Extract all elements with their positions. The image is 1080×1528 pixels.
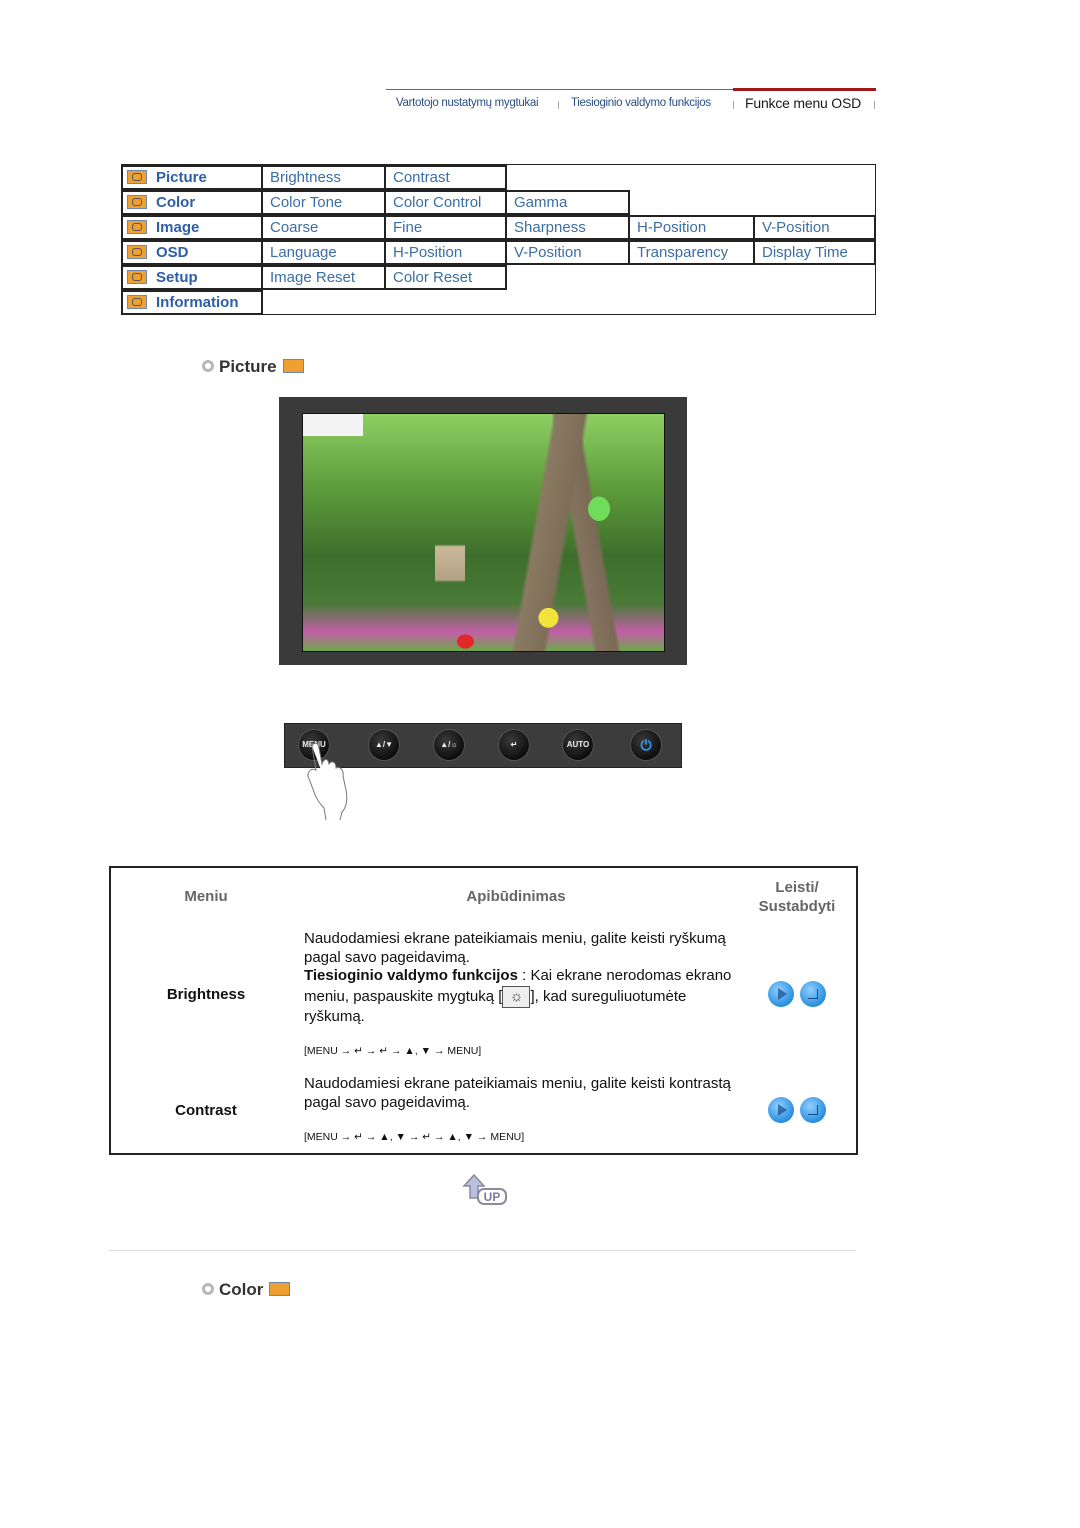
- nav-separator: [874, 101, 875, 109]
- setup-icon: [127, 270, 147, 284]
- column-header-menu: Meniu: [184, 888, 228, 905]
- top-navigation: Vartotojo nustatymų mygtukai Tiesioginio…: [386, 88, 876, 116]
- submenu-brightness[interactable]: Brightness: [261, 165, 386, 190]
- stop-button-contrast[interactable]: [800, 1097, 826, 1123]
- auto-button[interactable]: AUTO: [563, 730, 593, 760]
- submenu-h-position[interactable]: H-Position: [628, 215, 755, 240]
- picture-icon: [127, 170, 147, 184]
- picture-icon: [282, 359, 304, 373]
- nav-tab-direct-functions[interactable]: Tiesioginio valdymo funkcijos: [571, 97, 711, 109]
- power-icon: ⏻: [640, 737, 652, 753]
- submenu-v-position[interactable]: V-Position: [753, 215, 876, 240]
- enter-button[interactable]: ↵: [499, 730, 529, 760]
- contrast-key-sequence: [MENU → ↵ → ▲, ▼ → ↵ → ▲, ▼ → MENU]: [304, 1131, 525, 1143]
- color-icon: [269, 1282, 291, 1296]
- circle-arrow-bullet-icon: [202, 1283, 214, 1295]
- pointing-hand-icon: [307, 742, 348, 820]
- osd-icon: [127, 245, 147, 259]
- monitor-screen-photo: [302, 413, 665, 652]
- nav-separator: [558, 101, 559, 109]
- submenu-image-reset[interactable]: Image Reset: [261, 265, 386, 290]
- up-label: UP: [484, 1190, 501, 1204]
- information-icon: [127, 295, 147, 309]
- circle-arrow-bullet-icon: [202, 360, 214, 372]
- nav-tab-user-buttons[interactable]: Vartotojo nustatymų mygtukai: [396, 97, 539, 109]
- row-menu-contrast: Contrast: [175, 1102, 237, 1119]
- power-button[interactable]: ⏻: [631, 730, 661, 760]
- section-divider: [109, 1250, 856, 1251]
- submenu-color-control[interactable]: Color Control: [384, 190, 507, 215]
- down-up-button[interactable]: ▲/▼: [369, 730, 399, 760]
- scroll-up-button[interactable]: UP: [460, 1172, 508, 1206]
- osd-menu-grid: Picture Brightness Contrast Color Color …: [121, 164, 876, 315]
- submenu-transparency[interactable]: Transparency: [628, 240, 755, 265]
- menu-color[interactable]: Color: [121, 190, 263, 215]
- section-heading-picture: Picture: [202, 357, 304, 377]
- menu-image[interactable]: Image: [121, 215, 263, 240]
- nav-tab-osd-menu[interactable]: Funkce menu OSD: [745, 95, 861, 111]
- section-heading-color: Color: [202, 1280, 291, 1300]
- play-button-brightness[interactable]: [768, 981, 794, 1007]
- description-table: Meniu Apibūdinimas Leisti/ Sustabdyti Br…: [109, 866, 858, 1155]
- submenu-sharpness[interactable]: Sharpness: [505, 215, 630, 240]
- brightness-description: Naudodamiesi ekrane pateikiamais meniu, …: [304, 930, 732, 1025]
- row-menu-brightness: Brightness: [166, 986, 246, 1003]
- menu-osd[interactable]: OSD: [121, 240, 263, 265]
- submenu-display-time[interactable]: Display Time: [753, 240, 876, 265]
- play-button-contrast[interactable]: [768, 1097, 794, 1123]
- column-header-description: Apibūdinimas: [466, 888, 566, 905]
- submenu-osd-v-position[interactable]: V-Position: [505, 240, 630, 265]
- submenu-color-tone[interactable]: Color Tone: [261, 190, 386, 215]
- brightness-button[interactable]: ▲/☼: [434, 730, 464, 760]
- stop-button-brightness[interactable]: [800, 981, 826, 1007]
- brightness-key-sequence: [MENU → ↵ → ↵ → ▲, ▼ → MENU]: [304, 1045, 482, 1057]
- contrast-description: Naudodamiesi ekrane pateikiamais meniu, …: [304, 1075, 731, 1111]
- menu-information[interactable]: Information: [121, 290, 263, 315]
- submenu-color-reset[interactable]: Color Reset: [384, 265, 507, 290]
- menu-picture[interactable]: Picture: [121, 165, 263, 190]
- image-icon: [127, 220, 147, 234]
- submenu-osd-h-position[interactable]: H-Position: [384, 240, 507, 265]
- submenu-gamma[interactable]: Gamma: [505, 190, 630, 215]
- brightness-sun-icon: ☼: [502, 985, 531, 1008]
- color-icon: [127, 195, 147, 209]
- submenu-contrast[interactable]: Contrast: [384, 165, 507, 190]
- menu-setup[interactable]: Setup: [121, 265, 263, 290]
- nav-separator: [733, 101, 734, 109]
- submenu-coarse[interactable]: Coarse: [261, 215, 386, 240]
- column-header-play-stop: Leisti/ Sustabdyti: [758, 879, 836, 915]
- submenu-fine[interactable]: Fine: [384, 215, 507, 240]
- submenu-language[interactable]: Language: [261, 240, 386, 265]
- active-tab-indicator: [733, 88, 876, 91]
- monitor-image: [279, 397, 687, 665]
